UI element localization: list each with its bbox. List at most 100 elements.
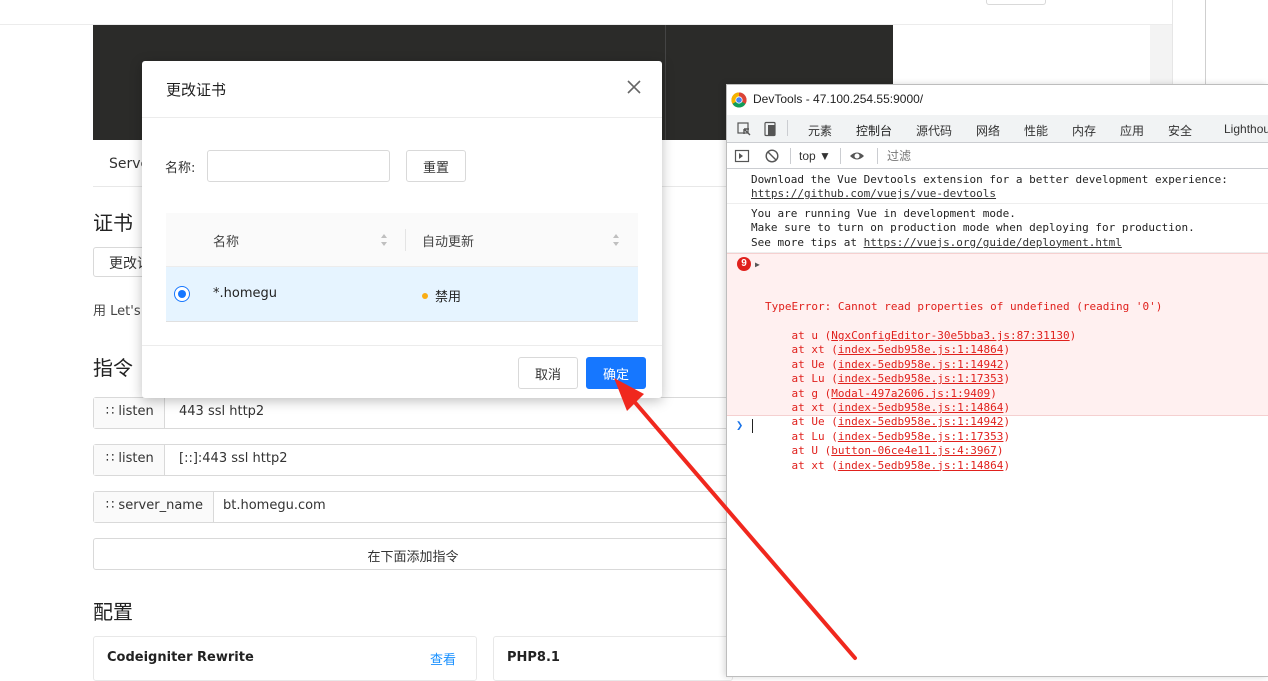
stack-frame: at xt (index-5edb958e.js:1:14864) — [791, 458, 1011, 472]
filter-separator — [790, 148, 791, 164]
drag-handle-icon[interactable]: ∷ — [106, 404, 114, 419]
tab-sources[interactable]: 源代码 — [916, 122, 952, 139]
directive-key[interactable]: ∷ listen — [94, 445, 165, 475]
sidebar-toggle-icon[interactable] — [734, 148, 750, 164]
stack-frame: at xt (index-5edb958e.js:1:14864) — [791, 401, 1011, 415]
letsencrypt-text: 用 Let's — [93, 304, 141, 319]
directive-value[interactable]: [::]:443 ssl http2 — [179, 451, 287, 466]
name-filter-input[interactable] — [207, 150, 390, 182]
error-message: TypeError: Cannot read properties of und… — [765, 300, 1163, 314]
directives-section-title: 指令 — [93, 356, 133, 380]
devtools-window: DevTools - 47.100.254.55:9000/ 元素 控制台 源代… — [726, 84, 1268, 677]
modal-title: 更改证书 — [166, 81, 227, 99]
stack-frame: at xt (index-5edb958e.js:1:14864) — [791, 343, 1011, 357]
console-prompt[interactable]: ❯ — [727, 417, 1268, 437]
stack-frame-link[interactable]: Modal-497a2606.js:1:9409 — [831, 387, 990, 400]
config-card: Codeigniter Rewrite 查看 — [93, 636, 477, 681]
console-output: Download the Vue Devtools extension for … — [727, 169, 1268, 676]
directive-value[interactable]: 443 ssl http2 — [179, 404, 264, 419]
tab-console[interactable]: 控制台 — [856, 122, 893, 145]
add-directive-button[interactable]: 在下面添加指令 — [93, 538, 733, 570]
dropdown-arrow-icon: ▼ — [819, 149, 831, 163]
tab-lighthouse[interactable]: Lighthouse — [1224, 122, 1268, 136]
stack-frame: at u (NgxConfigEditor-30e5bba3.js:87:311… — [791, 329, 1077, 343]
tab-application[interactable]: 应用 — [1120, 122, 1144, 139]
config-section-title: 配置 — [93, 600, 133, 624]
view-link[interactable]: 查看 — [430, 649, 456, 668]
column-divider — [405, 229, 406, 251]
tab-network[interactable]: 网络 — [976, 122, 1000, 139]
context-selector[interactable]: top ▼ — [799, 149, 831, 163]
console-error[interactable]: 9 ▶ TypeError: Cannot read properties of… — [727, 253, 1268, 472]
filter-separator — [877, 148, 878, 164]
stack-frame-link[interactable]: NgxConfigEditor-30e5bba3.js:87:31130 — [831, 329, 1069, 342]
config-card: PHP8.1 — [493, 636, 733, 681]
column-header-name[interactable]: 名称 — [213, 231, 239, 250]
row-radio[interactable] — [174, 286, 190, 302]
stack-frame-link[interactable]: index-5edb958e.js:1:14864 — [838, 459, 1004, 472]
top-bar-button[interactable] — [986, 0, 1046, 5]
cancel-button[interactable]: 取消 — [518, 357, 578, 389]
config-card-title: PHP8.1 — [507, 650, 560, 665]
cert-name-cell: *.homegu — [213, 286, 277, 301]
drag-handle-icon[interactable]: ∷ — [106, 498, 114, 513]
table-header: 名称 自动更新 — [166, 213, 638, 267]
directive-row: ∷ listen [::]:443 ssl http2 — [93, 444, 733, 476]
modal-footer-divider — [142, 345, 662, 346]
prompt-chevron-icon: ❯ — [736, 418, 744, 432]
tab-security[interactable]: 安全 — [1168, 122, 1192, 139]
change-cert-modal: 更改证书 名称: 重置 名称 自动更新 *.homegu 禁用 取消 确定 — [142, 61, 662, 398]
stack-frame-link[interactable]: index-5edb958e.js:1:17353 — [838, 372, 1004, 385]
auto-update-cell: 禁用 — [435, 290, 462, 305]
device-toolbar-icon[interactable] — [762, 121, 778, 137]
error-stack-trace: at u (NgxConfigEditor-30e5bba3.js:87:311… — [765, 329, 1076, 472]
reset-button[interactable]: 重置 — [406, 150, 466, 182]
directive-row: ∷ server_name bt.homegu.com — [93, 491, 733, 523]
stack-frame: at g (Modal-497a2606.js:1:9409) — [791, 386, 997, 400]
stack-frame-link[interactable]: button-06ce4e11.js:4:3967 — [831, 444, 997, 457]
sort-icon[interactable] — [612, 233, 620, 247]
modal-header-divider — [142, 117, 662, 118]
expand-triangle-icon[interactable]: ▶ — [755, 258, 760, 272]
error-count-badge: 9 — [737, 257, 751, 271]
directive-key[interactable]: ∷ listen — [94, 398, 165, 428]
stack-frame: at U (button-06ce4e11.js:4:3967) — [791, 444, 1004, 458]
tab-separator — [787, 120, 788, 136]
console-link[interactable]: https://github.com/vuejs/vue-devtools — [751, 187, 996, 200]
devtools-title: DevTools - 47.100.254.55:9000/ — [753, 92, 924, 106]
directive-key[interactable]: ∷ server_name — [94, 492, 214, 522]
editor-divider — [665, 25, 666, 140]
console-message: You are running Vue in development mode.… — [727, 204, 1268, 253]
text-caret — [752, 419, 753, 433]
stack-frame: at Lu (index-5edb958e.js:1:17353) — [791, 372, 1011, 386]
column-header-auto-update[interactable]: 自动更新 — [422, 231, 474, 250]
stack-frame: at Ue (index-5edb958e.js:1:14942) — [791, 357, 1011, 371]
table-row[interactable]: *.homegu 禁用 — [166, 267, 638, 322]
devtools-tabbar: 元素 控制台 源代码 网络 性能 内存 应用 安全 Lighthouse — [727, 115, 1268, 145]
sort-icon[interactable] — [380, 233, 388, 247]
eye-icon[interactable] — [849, 148, 865, 164]
stack-frame-link[interactable]: index-5edb958e.js:1:14942 — [838, 358, 1004, 371]
inspect-element-icon[interactable] — [736, 121, 752, 137]
stack-frame-link[interactable]: index-5edb958e.js:1:14864 — [838, 401, 1004, 414]
console-message: Download the Vue Devtools extension for … — [727, 170, 1268, 204]
directive-value[interactable]: bt.homegu.com — [223, 498, 326, 513]
tab-performance[interactable]: 性能 — [1024, 122, 1048, 139]
filter-separator — [840, 148, 841, 164]
clear-console-icon[interactable] — [764, 148, 780, 164]
status-dot-icon — [422, 293, 428, 299]
stack-frame-link[interactable]: index-5edb958e.js:1:14864 — [838, 343, 1004, 356]
chrome-logo-icon — [731, 92, 747, 108]
directive-row: ∷ listen 443 ssl http2 — [93, 397, 733, 429]
console-filter-input[interactable] — [887, 148, 1267, 164]
cert-section-title: 证书 — [93, 211, 133, 235]
config-card-title: Codeigniter Rewrite — [107, 650, 254, 665]
ok-button[interactable]: 确定 — [586, 357, 646, 389]
console-link[interactable]: https://vuejs.org/guide/deployment.html — [864, 236, 1122, 249]
console-filterbar: top ▼ — [727, 143, 1268, 169]
drag-handle-icon[interactable]: ∷ — [106, 451, 114, 466]
name-filter-label: 名称: — [165, 161, 196, 176]
tab-memory[interactable]: 内存 — [1072, 122, 1096, 139]
close-icon[interactable] — [624, 77, 644, 97]
tab-elements[interactable]: 元素 — [808, 122, 832, 139]
